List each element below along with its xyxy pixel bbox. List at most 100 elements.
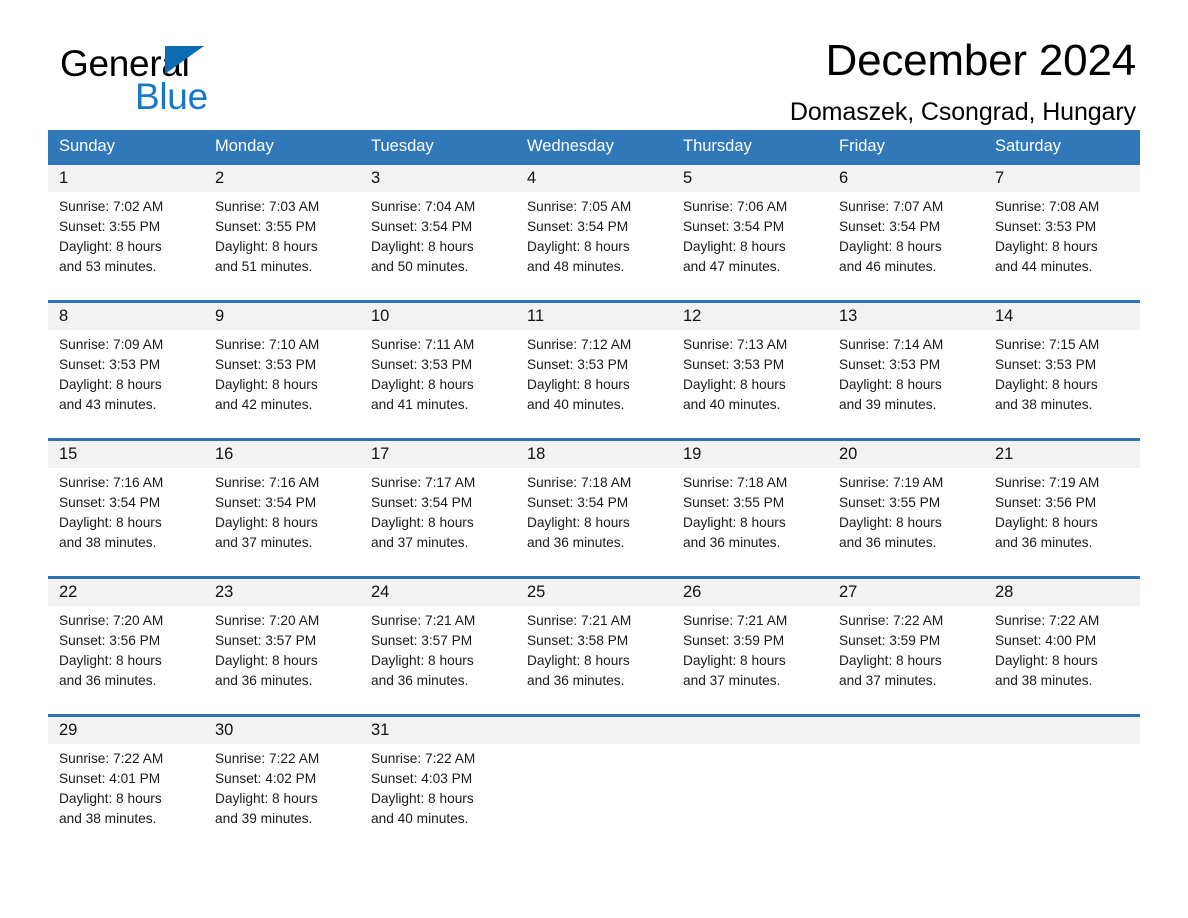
day-number[interactable]: 5 [672, 165, 828, 192]
daylight-text-cont: and 44 minutes. [995, 259, 1093, 274]
daylight-text: Daylight: 8 hours [371, 653, 474, 668]
daylight-text-cont: and 36 minutes. [995, 535, 1093, 550]
generalblue-logo[interactable]: General Blue [60, 45, 270, 117]
daylight-text: Daylight: 8 hours [59, 653, 162, 668]
sunset-text: Sunset: 3:58 PM [527, 633, 629, 648]
day-cell[interactable]: Sunrise: 7:19 AM Sunset: 3:56 PM Dayligh… [984, 473, 1140, 576]
daylight-text-cont: and 41 minutes. [371, 397, 469, 412]
day-cell[interactable]: Sunrise: 7:16 AM Sunset: 3:54 PM Dayligh… [48, 473, 204, 576]
sunset-text: Sunset: 4:01 PM [59, 771, 161, 786]
day-cell[interactable]: Sunrise: 7:21 AM Sunset: 3:57 PM Dayligh… [360, 611, 516, 714]
day-cell[interactable]: Sunrise: 7:22 AM Sunset: 4:00 PM Dayligh… [984, 611, 1140, 714]
day-cell[interactable]: Sunrise: 7:16 AM Sunset: 3:54 PM Dayligh… [204, 473, 360, 576]
day-number[interactable]: 14 [984, 303, 1140, 330]
day-number[interactable]: 9 [204, 303, 360, 330]
day-number[interactable]: 26 [672, 579, 828, 606]
daylight-text-cont: and 51 minutes. [215, 259, 313, 274]
daylight-text: Daylight: 8 hours [839, 653, 942, 668]
daylight-text: Daylight: 8 hours [59, 239, 162, 254]
sunrise-text: Sunrise: 7:05 AM [527, 199, 632, 214]
day-cell-empty [672, 749, 828, 852]
sunset-text: Sunset: 3:54 PM [683, 219, 785, 234]
day-number[interactable]: 2 [204, 165, 360, 192]
day-number[interactable]: 20 [828, 441, 984, 468]
sunset-text: Sunset: 3:55 PM [215, 219, 317, 234]
daylight-text: Daylight: 8 hours [215, 791, 318, 806]
day-cell[interactable]: Sunrise: 7:02 AM Sunset: 3:55 PM Dayligh… [48, 197, 204, 300]
day-number[interactable]: 21 [984, 441, 1140, 468]
day-cell[interactable]: Sunrise: 7:13 AM Sunset: 3:53 PM Dayligh… [672, 335, 828, 438]
sunset-text: Sunset: 3:54 PM [527, 495, 629, 510]
day-number[interactable]: 16 [204, 441, 360, 468]
day-number[interactable]: 12 [672, 303, 828, 330]
day-number[interactable]: 10 [360, 303, 516, 330]
week-date-numbers: 1 2 3 4 5 6 7 [48, 165, 1140, 192]
day-number[interactable]: 28 [984, 579, 1140, 606]
day-number[interactable]: 4 [516, 165, 672, 192]
day-number[interactable]: 6 [828, 165, 984, 192]
day-cell[interactable]: Sunrise: 7:20 AM Sunset: 3:57 PM Dayligh… [204, 611, 360, 714]
day-number[interactable]: 3 [360, 165, 516, 192]
day-cell[interactable]: Sunrise: 7:08 AM Sunset: 3:53 PM Dayligh… [984, 197, 1140, 300]
sunrise-text: Sunrise: 7:13 AM [683, 337, 788, 352]
day-number[interactable]: 24 [360, 579, 516, 606]
daylight-text-cont: and 38 minutes. [995, 673, 1093, 688]
sunset-text: Sunset: 3:54 PM [371, 495, 473, 510]
day-cell[interactable]: Sunrise: 7:14 AM Sunset: 3:53 PM Dayligh… [828, 335, 984, 438]
day-number[interactable]: 1 [48, 165, 204, 192]
daylight-text: Daylight: 8 hours [995, 377, 1098, 392]
sunset-text: Sunset: 3:54 PM [839, 219, 941, 234]
day-cell[interactable]: Sunrise: 7:22 AM Sunset: 4:02 PM Dayligh… [204, 749, 360, 852]
week-date-numbers: 22 23 24 25 26 27 28 [48, 579, 1140, 606]
day-number[interactable]: 7 [984, 165, 1140, 192]
day-number[interactable]: 15 [48, 441, 204, 468]
day-cell[interactable]: Sunrise: 7:22 AM Sunset: 4:01 PM Dayligh… [48, 749, 204, 852]
day-number[interactable]: 23 [204, 579, 360, 606]
sunrise-text: Sunrise: 7:20 AM [59, 613, 164, 628]
day-cell[interactable]: Sunrise: 7:05 AM Sunset: 3:54 PM Dayligh… [516, 197, 672, 300]
calendar-page: General Blue December 2024 Domaszek, Cso… [0, 0, 1188, 918]
day-cell[interactable]: Sunrise: 7:15 AM Sunset: 3:53 PM Dayligh… [984, 335, 1140, 438]
day-number[interactable]: 18 [516, 441, 672, 468]
daylight-text-cont: and 40 minutes. [527, 397, 625, 412]
day-number[interactable]: 8 [48, 303, 204, 330]
day-cell[interactable]: Sunrise: 7:11 AM Sunset: 3:53 PM Dayligh… [360, 335, 516, 438]
sunset-text: Sunset: 3:55 PM [683, 495, 785, 510]
sunrise-text: Sunrise: 7:18 AM [527, 475, 632, 490]
day-cell[interactable]: Sunrise: 7:04 AM Sunset: 3:54 PM Dayligh… [360, 197, 516, 300]
day-number[interactable]: 30 [204, 717, 360, 744]
day-cell[interactable]: Sunrise: 7:18 AM Sunset: 3:54 PM Dayligh… [516, 473, 672, 576]
sunset-text: Sunset: 3:53 PM [215, 357, 317, 372]
day-cell[interactable]: Sunrise: 7:22 AM Sunset: 4:03 PM Dayligh… [360, 749, 516, 852]
day-number[interactable]: 17 [360, 441, 516, 468]
day-cell[interactable]: Sunrise: 7:10 AM Sunset: 3:53 PM Dayligh… [204, 335, 360, 438]
day-cell[interactable]: Sunrise: 7:20 AM Sunset: 3:56 PM Dayligh… [48, 611, 204, 714]
daylight-text-cont: and 47 minutes. [683, 259, 781, 274]
week-date-numbers: 8 9 10 11 12 13 14 [48, 303, 1140, 330]
day-number[interactable]: 13 [828, 303, 984, 330]
day-cell[interactable]: Sunrise: 7:06 AM Sunset: 3:54 PM Dayligh… [672, 197, 828, 300]
day-cell[interactable]: Sunrise: 7:21 AM Sunset: 3:58 PM Dayligh… [516, 611, 672, 714]
day-cell[interactable]: Sunrise: 7:21 AM Sunset: 3:59 PM Dayligh… [672, 611, 828, 714]
day-number[interactable]: 29 [48, 717, 204, 744]
daylight-text-cont: and 37 minutes. [371, 535, 469, 550]
day-cell[interactable]: Sunrise: 7:03 AM Sunset: 3:55 PM Dayligh… [204, 197, 360, 300]
day-number[interactable]: 22 [48, 579, 204, 606]
day-number[interactable]: 19 [672, 441, 828, 468]
day-number[interactable]: 31 [360, 717, 516, 744]
week-detail-row: Sunrise: 7:09 AM Sunset: 3:53 PM Dayligh… [48, 330, 1140, 438]
day-cell[interactable]: Sunrise: 7:07 AM Sunset: 3:54 PM Dayligh… [828, 197, 984, 300]
sunrise-text: Sunrise: 7:07 AM [839, 199, 944, 214]
day-number[interactable]: 25 [516, 579, 672, 606]
day-cell[interactable]: Sunrise: 7:18 AM Sunset: 3:55 PM Dayligh… [672, 473, 828, 576]
day-cell[interactable]: Sunrise: 7:17 AM Sunset: 3:54 PM Dayligh… [360, 473, 516, 576]
day-cell[interactable]: Sunrise: 7:12 AM Sunset: 3:53 PM Dayligh… [516, 335, 672, 438]
daylight-text: Daylight: 8 hours [839, 239, 942, 254]
daylight-text: Daylight: 8 hours [527, 239, 630, 254]
day-cell[interactable]: Sunrise: 7:22 AM Sunset: 3:59 PM Dayligh… [828, 611, 984, 714]
day-cell[interactable]: Sunrise: 7:19 AM Sunset: 3:55 PM Dayligh… [828, 473, 984, 576]
sunrise-text: Sunrise: 7:03 AM [215, 199, 320, 214]
day-number[interactable]: 27 [828, 579, 984, 606]
day-cell[interactable]: Sunrise: 7:09 AM Sunset: 3:53 PM Dayligh… [48, 335, 204, 438]
day-number[interactable]: 11 [516, 303, 672, 330]
